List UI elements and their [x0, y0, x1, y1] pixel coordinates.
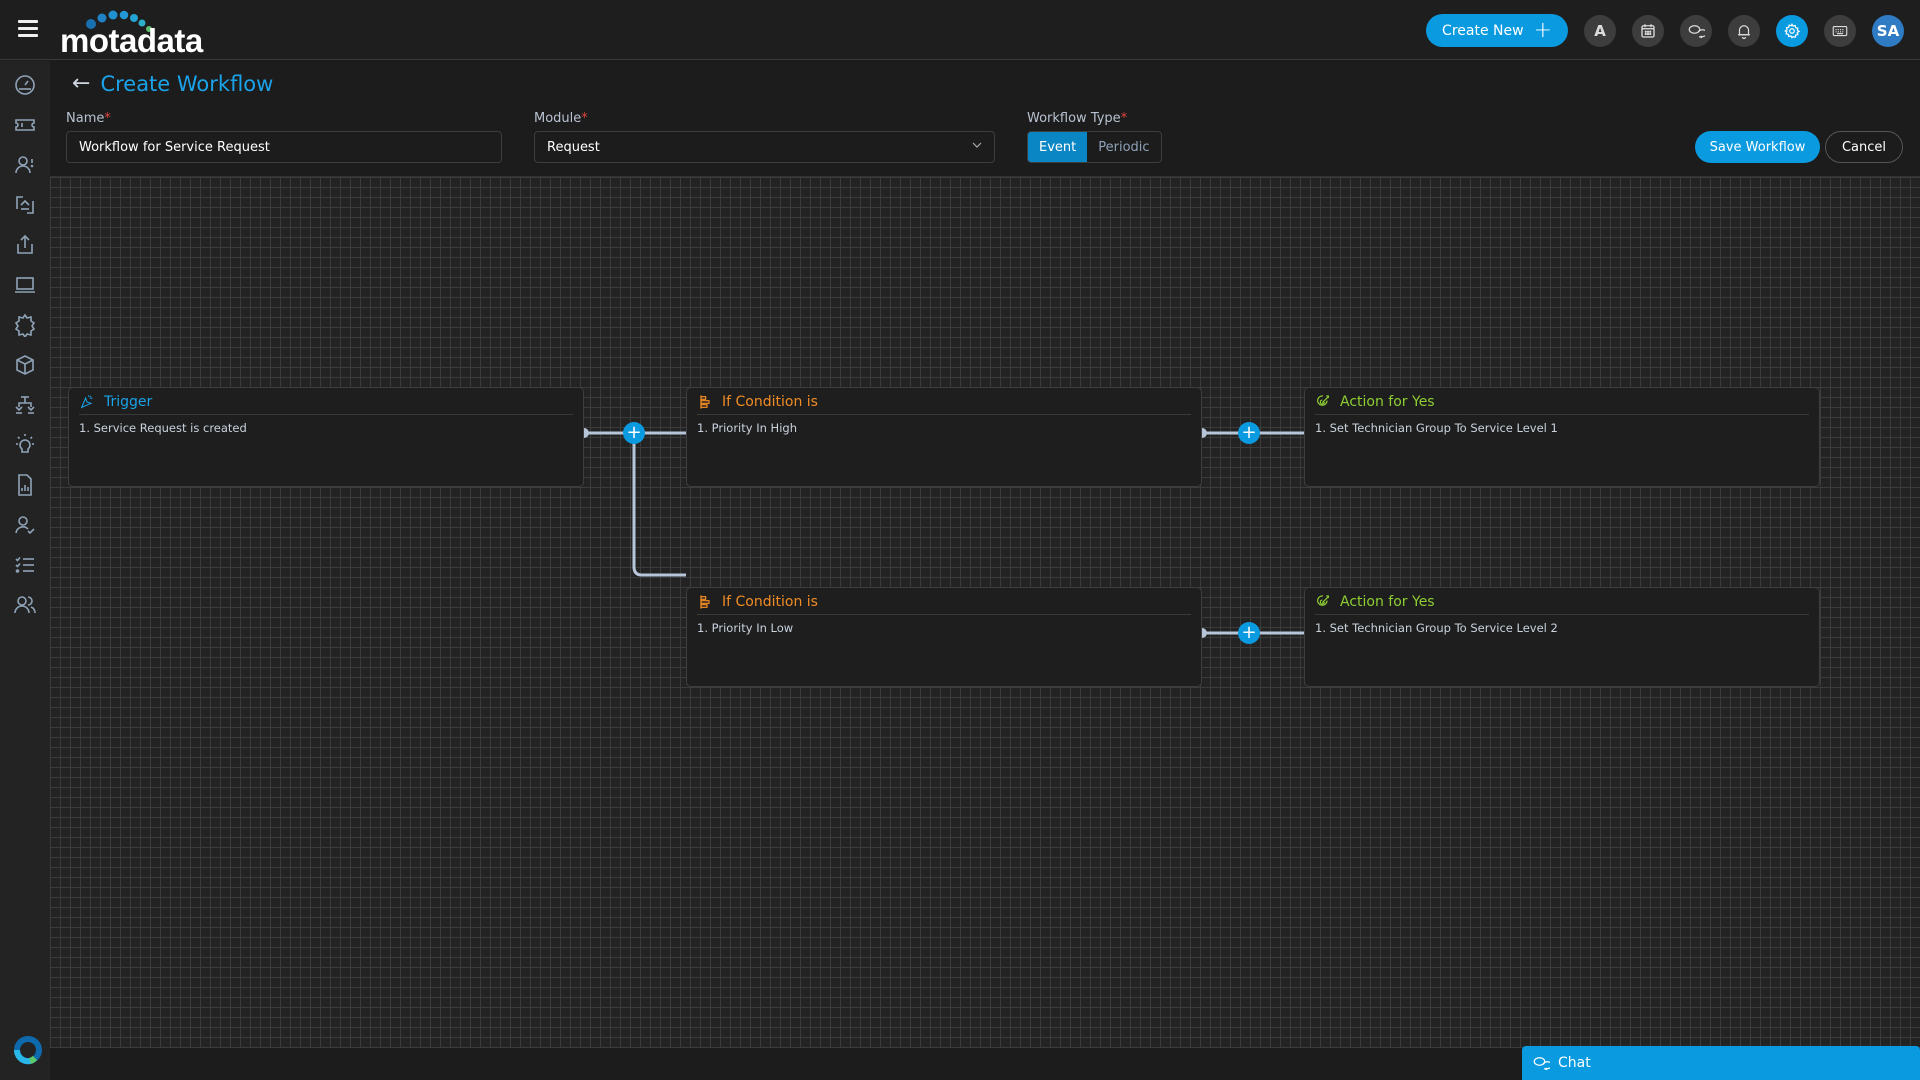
node-item: 1. Service Request is created — [79, 421, 247, 435]
keyboard-icon — [1832, 25, 1848, 36]
add-step-button[interactable]: + — [1238, 422, 1260, 444]
sidebar-item-requesters[interactable] — [13, 153, 37, 177]
sidebar-item-users[interactable] — [13, 593, 37, 617]
ticket-icon — [15, 119, 35, 131]
project-icon — [15, 396, 35, 414]
add-step-button[interactable]: + — [623, 422, 645, 444]
module-select-value: Request — [547, 139, 600, 155]
motadata-ring-icon[interactable] — [13, 1035, 43, 1065]
asset-icon — [15, 277, 35, 293]
node-title: Action for Yes — [1340, 594, 1435, 610]
sidebar-item-changes[interactable] — [13, 193, 37, 217]
chevron-down-icon — [972, 142, 982, 148]
name-input[interactable]: Workflow for Service Request — [66, 131, 502, 163]
sidebar-item-reports[interactable] — [13, 473, 37, 497]
condition-icon — [700, 595, 710, 609]
node-title: If Condition is — [722, 594, 818, 610]
condition-icon — [700, 395, 710, 409]
node-item: 1. Set Technician Group To Service Level… — [1315, 621, 1558, 635]
report-icon — [18, 474, 32, 496]
workflow-type-periodic[interactable]: Periodic — [1087, 132, 1160, 162]
sidebar-item-knowledge[interactable] — [13, 433, 37, 457]
text-a-button[interactable]: A — [1584, 14, 1616, 47]
chat-label: Chat — [1558, 1055, 1591, 1071]
bell-icon — [1738, 24, 1750, 39]
plus-icon: + — [1241, 622, 1257, 643]
trigger-node[interactable]: Trigger 1. Service Request is created — [68, 387, 584, 487]
node-title: Trigger — [104, 394, 153, 410]
page-title: Create Workflow — [100, 71, 274, 96]
knowledge-icon — [16, 434, 34, 453]
sidebar-item-problems[interactable] — [13, 313, 37, 339]
motadata-logo[interactable]: motadata — [58, 6, 218, 59]
settings-button[interactable] — [1776, 14, 1808, 47]
main-content: ← Create Workflow Name* Workflow for Ser… — [50, 61, 1920, 1080]
task-icon — [15, 556, 34, 573]
back-arrow-icon[interactable]: ← — [72, 71, 90, 96]
node-item: 1. Set Technician Group To Service Level… — [1315, 421, 1558, 435]
workflow-type-label: Workflow Type* — [1027, 111, 1128, 126]
text-a-icon: A — [1594, 21, 1606, 40]
gear-icon — [1784, 22, 1801, 39]
avatar-initials: SA — [1876, 21, 1900, 40]
change-icon — [16, 196, 34, 214]
workflow-type-toggle: Event Periodic — [1027, 131, 1162, 163]
sidebar-item-cmdb[interactable] — [13, 353, 37, 377]
sidebar-item-releases[interactable] — [13, 233, 37, 257]
cancel-button[interactable]: Cancel — [1825, 131, 1903, 163]
node-title: If Condition is — [722, 394, 818, 410]
plus-icon: + — [626, 422, 642, 443]
notifications-button[interactable] — [1728, 14, 1760, 47]
sidebar-item-tasks[interactable] — [13, 553, 37, 577]
create-new-label: Create New — [1442, 22, 1524, 39]
sidebar-item-assets[interactable] — [13, 273, 37, 297]
node-title: Action for Yes — [1340, 394, 1435, 410]
action-node[interactable]: Action for Yes 1. Set Technician Group T… — [1304, 587, 1820, 687]
top-header: motadata Create New + A SA — [0, 0, 1920, 60]
plus-icon: + — [1533, 17, 1552, 43]
left-sidebar — [0, 61, 50, 1080]
module-select[interactable]: Request — [534, 131, 995, 163]
chat-bubbles-icon — [1688, 24, 1705, 38]
workflow-canvas[interactable]: Trigger 1. Service Request is created If… — [50, 176, 1920, 1048]
cmdb-icon — [16, 355, 34, 375]
user-avatar[interactable]: SA — [1872, 14, 1904, 47]
module-label: Module* — [534, 111, 588, 126]
menu-icon[interactable] — [18, 20, 38, 38]
chat-widget[interactable]: Chat — [1522, 1046, 1920, 1080]
keyboard-shortcuts-button[interactable] — [1824, 14, 1856, 47]
sidebar-item-approvals[interactable] — [13, 513, 37, 537]
plus-icon: + — [1241, 422, 1257, 443]
release-icon — [17, 234, 33, 254]
action-icon — [1317, 595, 1329, 606]
calendar-button[interactable] — [1632, 14, 1664, 47]
condition-node[interactable]: If Condition is 1. Priority In High — [686, 387, 1202, 487]
add-step-button[interactable]: + — [1238, 622, 1260, 644]
dashboard-icon — [15, 75, 35, 95]
save-workflow-button[interactable]: Save Workflow — [1695, 131, 1820, 163]
condition-node[interactable]: If Condition is 1. Priority In Low — [686, 587, 1202, 687]
user-approval-icon — [15, 516, 35, 535]
name-label: Name* — [66, 111, 111, 126]
messages-button[interactable] — [1680, 14, 1712, 47]
create-new-button[interactable]: Create New + — [1426, 14, 1568, 47]
problem-icon — [14, 313, 36, 339]
name-input-value: Workflow for Service Request — [79, 139, 270, 155]
sidebar-item-dashboard[interactable] — [13, 73, 37, 97]
action-node[interactable]: Action for Yes 1. Set Technician Group T… — [1304, 387, 1820, 487]
sidebar-item-tickets[interactable] — [13, 113, 37, 137]
edge-trigger-cond2 — [632, 433, 686, 577]
node-item: 1. Priority In High — [697, 421, 797, 435]
trigger-cursor-icon — [80, 395, 93, 409]
chat-bubbles-icon — [1533, 1057, 1550, 1071]
action-icon — [1317, 395, 1329, 406]
users-icon — [14, 596, 36, 614]
node-item: 1. Priority In Low — [697, 621, 794, 635]
calendar-icon — [1641, 23, 1655, 38]
user-request-icon — [15, 156, 34, 174]
workflow-type-event[interactable]: Event — [1028, 132, 1088, 162]
sidebar-item-projects[interactable] — [13, 393, 37, 417]
